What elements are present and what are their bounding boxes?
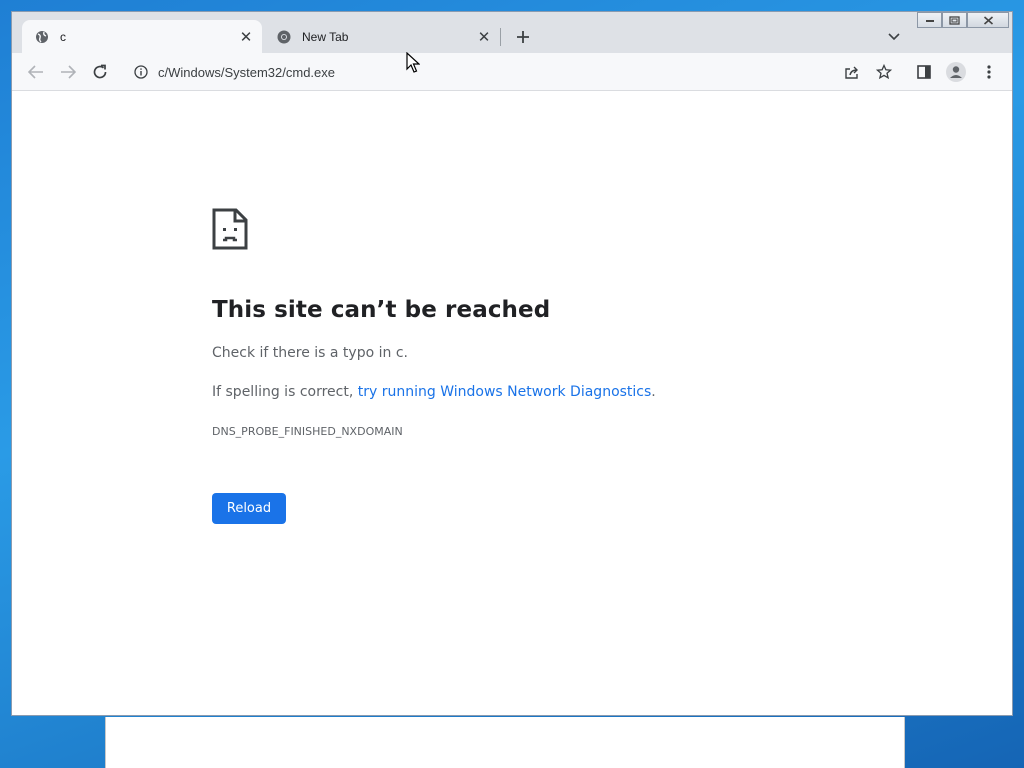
mouse-pointer-icon <box>406 51 421 79</box>
network-diagnostics-link[interactable]: try running Windows Network Diagnostics <box>358 384 652 400</box>
close-tab-icon[interactable]: ✕ <box>236 27 256 47</box>
diagnostics-text: If spelling is correct, try running Wind… <box>212 384 656 400</box>
close-tab-icon[interactable]: ✕ <box>474 27 494 47</box>
sad-page-icon <box>212 208 248 255</box>
tab-new-tab[interactable]: New Tab ✕ <box>264 20 500 53</box>
side-panel-icon[interactable] <box>911 59 937 85</box>
info-icon[interactable] <box>132 63 150 81</box>
taskbar-strip <box>105 717 905 768</box>
typo-hint-text: Check if there is a typo in c. <box>212 345 408 361</box>
error-code: DNS_PROBE_FINISHED_NXDOMAIN <box>212 425 403 438</box>
new-tab-button[interactable] <box>512 26 534 48</box>
profile-avatar-icon[interactable] <box>943 59 969 85</box>
close-window-button[interactable] <box>967 12 1009 28</box>
forward-button[interactable] <box>55 59 81 85</box>
minimize-button[interactable] <box>917 12 942 28</box>
reload-icon[interactable] <box>87 59 113 85</box>
diagnostics-prefix: If spelling is correct, <box>212 384 358 400</box>
page-content: This site can’t be reached Check if ther… <box>12 91 1012 715</box>
tab-title: c <box>60 29 66 44</box>
tab-search-button[interactable] <box>884 27 904 47</box>
browser-window: c ✕ New Tab ✕ c/Windows/System32/cmd.exe… <box>11 11 1013 716</box>
share-icon[interactable] <box>839 59 865 85</box>
back-button[interactable] <box>23 59 49 85</box>
maximize-button[interactable] <box>942 12 967 28</box>
url-text: c/Windows/System32/cmd.exe <box>158 64 336 80</box>
diagnostics-suffix: . <box>651 384 656 400</box>
bookmark-star-icon[interactable] <box>871 59 897 85</box>
window-controls <box>917 12 1009 30</box>
error-heading: This site can’t be reached <box>212 297 551 323</box>
globe-icon <box>34 29 50 45</box>
menu-kebab-icon[interactable] <box>976 59 1002 85</box>
address-bar[interactable]: c/Windows/System32/cmd.exe <box>124 57 902 87</box>
toolbar: c/Windows/System32/cmd.exe <box>12 53 1012 91</box>
tab-strip: c ✕ New Tab ✕ <box>12 12 1012 53</box>
tab-active[interactable]: c ✕ <box>22 20 262 53</box>
chrome-icon <box>276 29 292 45</box>
tab-title: New Tab <box>302 29 349 44</box>
tab-separator <box>500 28 501 46</box>
reload-button[interactable]: Reload <box>212 493 286 524</box>
